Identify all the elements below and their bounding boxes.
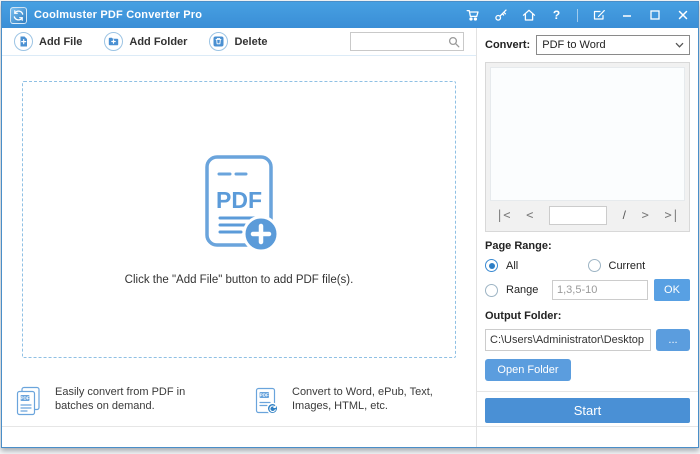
svg-text:PDF: PDF: [216, 187, 262, 213]
file-list-pane: Add File Add Folder Delete PDF Click the…: [2, 28, 476, 447]
store-cart-icon[interactable]: [465, 8, 480, 23]
open-folder-button[interactable]: Open Folder: [485, 359, 571, 381]
add-pdf-file-icon: PDF: [205, 154, 280, 252]
browse-folder-button[interactable]: ...: [656, 329, 690, 351]
add-file-label: Add File: [39, 35, 83, 48]
output-folder-label: Output Folder:: [485, 310, 562, 322]
add-folder-label: Add Folder: [129, 35, 188, 48]
status-bar-left: [2, 426, 476, 447]
pdf-drop-area[interactable]: PDF Click the "Add File" button to add P…: [22, 81, 456, 358]
feature-batch-convert: PDF Easily convert from PDF in batches o…: [16, 385, 225, 416]
minimize-icon[interactable]: [619, 8, 634, 23]
help-icon[interactable]: ?: [549, 8, 564, 23]
register-key-icon[interactable]: [493, 8, 508, 23]
page-range-range-radio[interactable]: [485, 283, 498, 297]
search-box: [350, 32, 464, 51]
settings-pane: Convert: PDF to Word |< < / > >| Page Ra…: [476, 28, 698, 447]
last-page-button[interactable]: >|: [665, 208, 679, 222]
page-range-current-label: Current: [608, 259, 646, 272]
close-icon[interactable]: [675, 8, 690, 23]
status-bar-right: [477, 426, 698, 447]
delete-label: Delete: [234, 35, 268, 48]
app-window: Coolmuster PDF Converter Pro ? Add File …: [1, 1, 699, 448]
page-range-input[interactable]: [552, 280, 648, 300]
convert-format-value: PDF to Word: [542, 39, 606, 51]
add-file-button[interactable]: Add File: [14, 32, 82, 51]
start-button[interactable]: Start: [485, 398, 690, 423]
output-folder-input[interactable]: [485, 329, 651, 351]
page-count-separator: /: [622, 208, 626, 222]
next-page-button[interactable]: >: [642, 208, 649, 222]
titlebar-controls: ?: [465, 8, 690, 23]
convert-format-select[interactable]: PDF to Word: [536, 35, 690, 55]
delete-icon: [209, 32, 229, 51]
svg-text:PDF: PDF: [20, 395, 29, 400]
add-folder-icon: [104, 32, 124, 51]
svg-text:PDF: PDF: [260, 392, 269, 397]
feature-batch-text: Easily convert from PDF in batches on de…: [55, 385, 186, 413]
feature-formats: PDF Convert to Word, ePub, Text, Images,…: [253, 385, 462, 416]
feature-highlights: PDF Easily convert from PDF in batches o…: [2, 374, 476, 426]
add-file-icon: [14, 32, 33, 51]
pdf-batch-icon: PDF: [16, 386, 40, 415]
search-icon: [448, 36, 460, 47]
prev-page-button[interactable]: <: [526, 208, 533, 222]
search-input[interactable]: [354, 34, 448, 49]
page-range-all-radio[interactable]: [485, 259, 498, 272]
page-number-input[interactable]: [549, 205, 607, 225]
window-title: Coolmuster PDF Converter Pro: [34, 9, 203, 21]
page-range-current-radio[interactable]: [587, 259, 601, 272]
preview-panel: |< < / > >|: [485, 62, 690, 232]
drop-hint-text: Click the "Add File" button to add PDF f…: [124, 273, 354, 286]
home-icon[interactable]: [521, 8, 536, 23]
page-navigator: |< < / > >|: [490, 201, 685, 227]
convert-label: Convert:: [485, 39, 531, 51]
first-page-button[interactable]: |<: [496, 208, 510, 222]
page-preview-area: [490, 67, 685, 201]
delete-button[interactable]: Delete: [209, 32, 267, 51]
maximize-icon[interactable]: [647, 8, 662, 23]
title-bar: Coolmuster PDF Converter Pro ?: [2, 2, 698, 28]
toolbar: Add File Add Folder Delete: [2, 28, 476, 56]
dropzone-container: PDF Click the "Add File" button to add P…: [2, 56, 476, 374]
add-folder-button[interactable]: Add Folder: [104, 32, 187, 51]
pdf-convert-icon: PDF: [255, 387, 279, 414]
chevron-down-icon: [675, 42, 684, 48]
page-range-all-label: All: [506, 259, 519, 272]
feedback-icon[interactable]: [591, 8, 606, 23]
ok-button[interactable]: OK: [654, 279, 690, 301]
app-logo-icon: [10, 6, 27, 24]
feature-formats-text: Convert to Word, ePub, Text, Images, HTM…: [292, 385, 433, 413]
page-range-label: Page Range:: [485, 240, 552, 252]
titlebar-separator: [577, 8, 578, 22]
page-range-range-label: Range: [506, 284, 539, 296]
